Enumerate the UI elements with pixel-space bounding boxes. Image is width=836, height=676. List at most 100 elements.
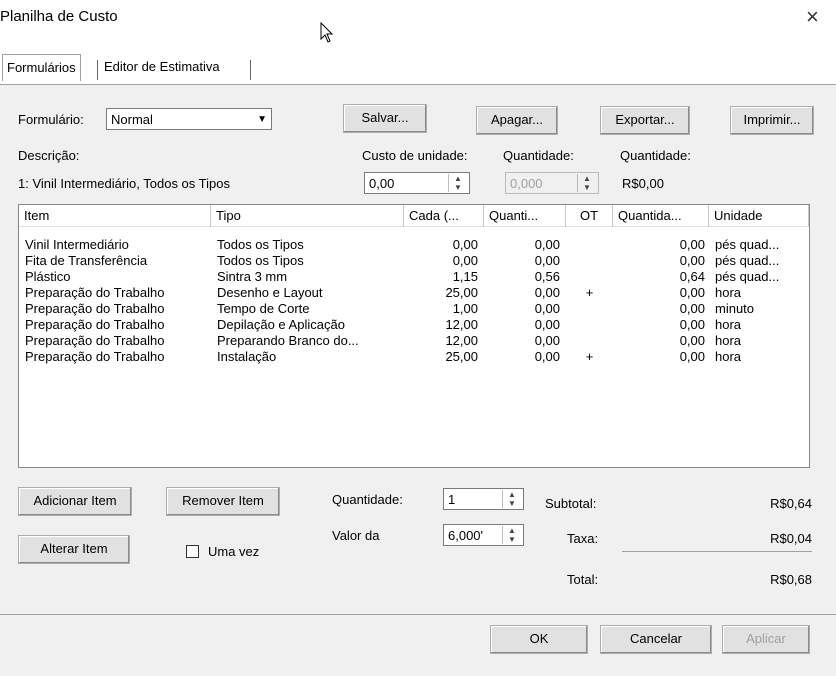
cell-item: Fita de Transferência (25, 253, 148, 268)
table-row[interactable]: Preparação do Trabalho Desenho e Layout 25… (19, 285, 809, 301)
cell-quantidade-total: 0,00 (679, 253, 705, 268)
custo-unidade-label: Custo de unidade: (362, 148, 468, 163)
table-row[interactable]: Preparação do Trabalho Preparando Branco … (19, 333, 809, 349)
cell-unidade: minuto (715, 301, 755, 316)
cell-cada: 0,00 (452, 253, 478, 268)
cell-quantidade-total: 0,00 (679, 237, 705, 252)
taxa-label: Taxa: (567, 531, 599, 546)
descricao-label: Descrição: (18, 148, 80, 163)
cell-unidade: hora (715, 333, 742, 348)
spin-arrows-icon[interactable]: ▲ ▼ (448, 174, 467, 192)
cell-item: Vinil Intermediário (25, 237, 129, 252)
cell-unidade: hora (715, 317, 742, 332)
cell-quantidade-total: 0,00 (679, 349, 705, 364)
cell-tipo: Preparando Branco do... (217, 333, 359, 348)
quantidade-bottom-stepper[interactable]: 1 ▲ ▼ (443, 488, 524, 510)
cell-quantidade-total: 0,00 (679, 301, 705, 316)
quantidade-total-value: R$0,00 (622, 176, 664, 191)
column-header-cada[interactable]: Cada (... (404, 205, 484, 227)
cell-quantidade: 0,00 (534, 301, 560, 316)
cell-item: Preparação do Trabalho (25, 333, 165, 348)
window-title: Planilha de Custo (0, 8, 118, 25)
cell-quantidade: 0,00 (534, 349, 560, 364)
cell-quantidade-total: 0,00 (679, 317, 705, 332)
table-row[interactable]: Plástico Sintra 3 mm 1,15 0,56 0,64 pés quad.… (19, 269, 809, 285)
valor-stepper[interactable]: 6,000' ▲ ▼ (443, 524, 524, 546)
cell-cada: 12,00 (445, 317, 478, 332)
cell-cada: 1,15 (452, 269, 478, 284)
cell-item: Preparação do Trabalho (25, 349, 165, 364)
cell-unidade: hora (715, 349, 742, 364)
cell-quantidade: 0,00 (534, 237, 560, 252)
totals-divider (622, 551, 812, 552)
descricao-value: 1: Vinil Intermediário, Todos os Tipos (18, 176, 230, 191)
cell-ot: + (585, 285, 594, 300)
uma-vez-label: Uma vez (208, 544, 260, 559)
tab-divider (250, 60, 251, 80)
cell-cada: 12,00 (445, 333, 478, 348)
subtotal-label: Subtotal: (545, 496, 597, 511)
quantidade-stepper: 0,000 ▲ ▼ (505, 172, 599, 194)
column-header-quantidade[interactable]: Quanti... (484, 205, 566, 227)
table-row[interactable]: Vinil Intermediário Todos os Tipos 0,00 0,0… (19, 237, 809, 253)
column-header-quantidade-total[interactable]: Quantida... (613, 205, 709, 227)
quantidade-bottom-value: 1 (448, 492, 456, 507)
cell-tipo: Todos os Tipos (217, 253, 304, 268)
cell-quantidade: 0,56 (534, 269, 560, 284)
cell-item: Preparação do Trabalho (25, 301, 165, 316)
cell-item: Plástico (25, 269, 71, 284)
adicionar-item-button[interactable]: Adicionar Item (18, 487, 132, 516)
imprimir-button[interactable]: Imprimir... (730, 106, 814, 135)
cell-tipo: Todos os Tipos (217, 237, 304, 252)
column-header-ot[interactable]: OT (566, 205, 613, 227)
salvar-button[interactable]: Salvar... (343, 104, 427, 133)
cell-unidade: pés quad... (715, 237, 780, 252)
cell-quantidade-total: 0,64 (679, 269, 705, 284)
quantidade-bottom-label: Quantidade: (332, 492, 403, 507)
formulario-select-value: Normal (111, 112, 153, 127)
spin-arrows-icon[interactable]: ▲ ▼ (502, 490, 521, 508)
cancelar-button[interactable]: Cancelar (600, 625, 712, 654)
mouse-cursor-icon (320, 22, 334, 43)
total-label: Total: (567, 572, 599, 587)
formulario-select[interactable]: Normal ▼ (106, 108, 272, 130)
cell-quantidade-total: 0,00 (679, 333, 705, 348)
cell-tipo: Depilação e Aplicação (217, 317, 345, 332)
table-row[interactable]: Preparação do Trabalho Depilação e Aplica… (19, 317, 809, 333)
tab-editor-estimativa[interactable]: Editor de Estimativa (100, 54, 224, 80)
cell-quantidade: 0,00 (534, 253, 560, 268)
table-row[interactable]: Preparação do Trabalho Tempo de Corte 1,00… (19, 301, 809, 317)
alterar-item-button[interactable]: Alterar Item (18, 535, 130, 564)
table-row[interactable]: Fita de Transferência Todos os Tipos 0,00 0… (19, 253, 809, 269)
uma-vez-checkbox[interactable] (186, 545, 199, 558)
items-table[interactable]: Item Tipo Cada (... Quanti... OT Quantid… (18, 204, 810, 468)
cell-item: Preparação do Trabalho (25, 285, 165, 300)
apagar-button[interactable]: Apagar... (476, 106, 558, 135)
quantidade-total-label: Quantidade: (620, 148, 691, 163)
exportar-button[interactable]: Exportar... (600, 106, 690, 135)
column-header-unidade[interactable]: Unidade (709, 205, 809, 227)
cell-quantidade-total: 0,00 (679, 285, 705, 300)
quantidade-label: Quantidade: (503, 148, 574, 163)
custo-unidade-value: 0,00 (369, 176, 395, 191)
table-row[interactable]: Preparação do Trabalho Instalação 25,00 0,0… (19, 349, 809, 365)
column-header-item[interactable]: Item (19, 205, 211, 227)
cell-cada: 25,00 (445, 349, 478, 364)
cell-tipo: Instalação (217, 349, 277, 364)
valor-label: Valor da (332, 528, 380, 543)
column-header-tipo[interactable]: Tipo (211, 205, 404, 227)
close-icon[interactable]: × (806, 4, 819, 30)
cell-tipo: Sintra 3 mm (217, 269, 288, 284)
ok-button[interactable]: OK (490, 625, 588, 654)
cell-quantidade: 0,00 (534, 317, 560, 332)
tab-formularios[interactable]: Formulários (2, 54, 81, 81)
remover-item-button[interactable]: Remover Item (166, 487, 280, 516)
chevron-down-icon: ▼ (257, 114, 267, 125)
cell-unidade: pés quad... (715, 253, 780, 268)
spin-arrows-icon[interactable]: ▲ ▼ (502, 526, 521, 544)
custo-unidade-stepper[interactable]: 0,00 ▲ ▼ (364, 172, 470, 194)
quantidade-value: 0,000 (510, 176, 543, 191)
cell-quantidade: 0,00 (534, 333, 560, 348)
cell-item: Preparação do Trabalho (25, 317, 165, 332)
cell-tipo: Tempo de Corte (217, 301, 310, 316)
